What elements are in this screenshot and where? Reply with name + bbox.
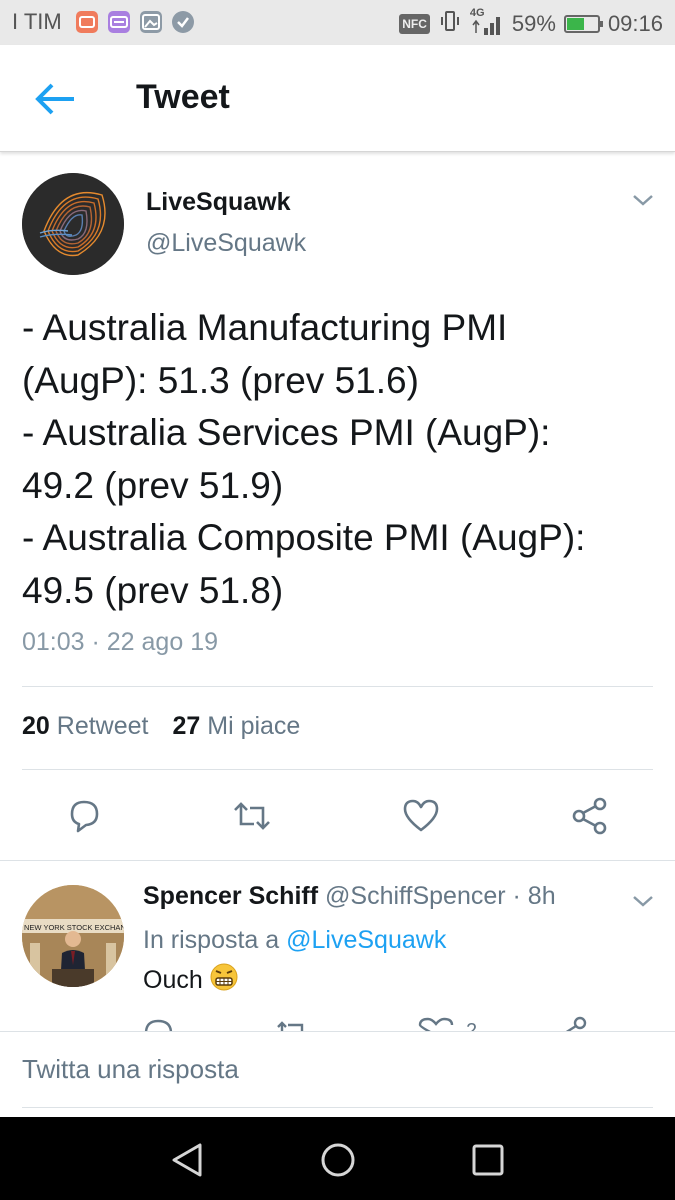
reply-author-avatar[interactable]: NEW YORK STOCK EXCHANGE xyxy=(22,885,124,987)
reply-author-meta: @SchiffSpencer · 8h xyxy=(325,882,556,910)
heart-icon xyxy=(403,799,439,832)
keyboard-notification-icon xyxy=(107,11,130,33)
reply-text: Ouch xyxy=(143,962,239,999)
signal-icon: 4G xyxy=(470,7,504,37)
tweet-text-line: (AugP): 51.3 (prev 51.6) xyxy=(22,359,419,401)
reply-input[interactable]: Twitta una risposta xyxy=(22,1032,653,1108)
share-icon xyxy=(572,797,607,835)
tweet-text-line: - Australia Composite PMI (AugP): xyxy=(22,517,586,558)
system-nav-bar xyxy=(0,1117,675,1200)
reply-bubble-icon xyxy=(70,800,99,833)
reply-author-name: Spencer Schiff xyxy=(143,882,319,910)
retweets-stat[interactable]: 20 Retweet xyxy=(22,712,148,741)
clock: 09:16 xyxy=(607,11,663,36)
tweet-text-line: 49.2 (prev 51.9) xyxy=(22,464,284,506)
reply-author[interactable]: Spencer Schiff @SchiffSpencer · 8h xyxy=(143,882,556,911)
divider xyxy=(0,860,675,861)
triangle-back-icon xyxy=(172,1143,202,1177)
mail-notification-icon xyxy=(75,11,98,33)
likes-stat[interactable]: 27 Mi piace xyxy=(172,712,300,741)
nav-recents-button[interactable] xyxy=(468,1140,508,1180)
author-name[interactable]: LiveSquawk xyxy=(146,188,291,217)
page-title: Tweet xyxy=(136,78,230,116)
divider xyxy=(22,769,653,770)
reply-to-prefix: In risposta a xyxy=(143,926,280,954)
author-handle[interactable]: @LiveSquawk xyxy=(146,229,306,258)
reply-composer: Twitta una risposta xyxy=(0,1031,675,1118)
reply-menu-button[interactable] xyxy=(630,891,656,911)
carrier-name: I TIM xyxy=(12,9,62,34)
tweet-stats: 20 Retweet 27 Mi piace xyxy=(22,712,300,741)
gallery-notification-icon xyxy=(139,11,162,33)
status-bar: I TIM NFC 4G 59% 09:16 xyxy=(0,0,675,45)
retweets-count: 20 xyxy=(22,712,50,740)
chevron-down-icon xyxy=(633,896,653,907)
tweet-text-line: 49.5 (prev 51.8) xyxy=(22,569,284,611)
likes-label: Mi piace xyxy=(207,712,301,740)
like-button[interactable] xyxy=(401,796,441,836)
divider xyxy=(22,686,653,687)
reply-avatar-photo: NEW YORK STOCK EXCHANGE xyxy=(22,885,124,987)
retweet-button[interactable] xyxy=(232,796,272,836)
check-notification-icon xyxy=(171,11,194,33)
square-recents-icon xyxy=(472,1144,504,1176)
nav-home-button[interactable] xyxy=(318,1140,358,1180)
nfc-icon: NFC xyxy=(399,14,430,34)
battery-level xyxy=(566,18,584,30)
author-avatar[interactable] xyxy=(22,173,124,275)
battery-percent: 59% xyxy=(511,11,556,36)
retweets-label: Retweet xyxy=(56,712,149,740)
reply-action-icons: 2 xyxy=(144,1016,587,1031)
grimacing-emoji-icon xyxy=(209,962,239,999)
reply-to-link[interactable]: @LiveSquawk xyxy=(286,926,446,954)
reply-text-body: Ouch xyxy=(143,966,203,994)
back-button[interactable] xyxy=(34,81,78,117)
nav-back-button[interactable] xyxy=(168,1140,208,1180)
vibrate-icon xyxy=(438,9,462,39)
tweet-text-line: - Australia Services PMI (AugP): xyxy=(22,412,551,453)
likes-count: 27 xyxy=(172,712,201,740)
top-app-bar: Tweet xyxy=(0,45,675,152)
reply-context: In risposta a @LiveSquawk xyxy=(143,926,446,955)
reply-like-count: 2 xyxy=(466,1020,477,1031)
chevron-down-icon xyxy=(633,195,653,206)
tweet-text-line: - Australia Manufacturing PMI xyxy=(22,307,508,348)
reply-action-bar: 2 xyxy=(0,1015,675,1031)
tweet-timestamp: 01:03 · 22 ago 19 xyxy=(22,628,218,656)
reply-button[interactable] xyxy=(64,796,104,836)
tweet-text: - Australia Manufacturing PMI (AugP): 51… xyxy=(22,302,662,617)
battery-icon xyxy=(563,15,603,33)
tweet-menu-button[interactable] xyxy=(630,190,656,210)
circle-home-icon xyxy=(321,1143,355,1177)
livesquawk-logo-icon xyxy=(22,173,124,275)
share-button[interactable] xyxy=(570,796,610,836)
avatar-sign-text: NEW YORK STOCK EXCHANGE xyxy=(24,923,124,932)
back-arrow-icon xyxy=(35,83,74,115)
retweet-icon xyxy=(234,802,270,830)
